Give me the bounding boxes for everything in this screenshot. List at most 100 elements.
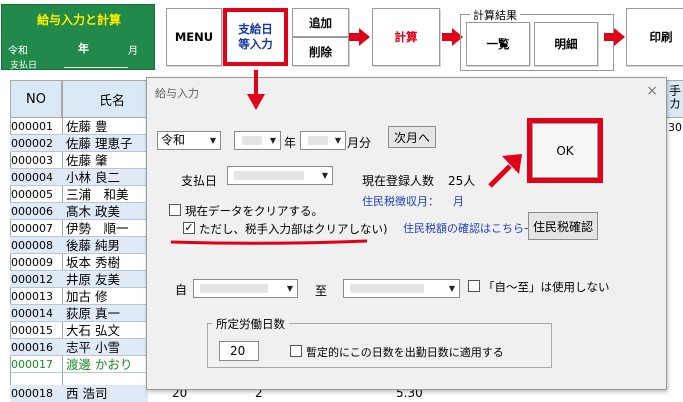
keep-tax-input-checkbox[interactable]: ✓ [183, 222, 195, 234]
row-no: 000017 [11, 358, 53, 371]
column-header-no: NO [10, 80, 62, 118]
row-no: 000018 [10, 385, 62, 402]
month-select[interactable]: ▼ [300, 131, 346, 150]
no-range-label: 「自～至」は使用しない [483, 280, 610, 294]
registered-count-value: 25人 [448, 174, 476, 188]
apply-workdays-checkbox[interactable] [290, 345, 302, 357]
era-label: 令和 [8, 46, 28, 57]
row-divider [10, 372, 150, 373]
chevron-down-icon: ▼ [209, 136, 217, 145]
resident-tax-check-link[interactable]: 住民税額の確認はこちら→ [403, 220, 533, 236]
arrow-down-icon [247, 70, 265, 110]
row-no: 000004 [10, 169, 62, 186]
print-button[interactable]: 印刷 [626, 8, 683, 66]
toolbar: 給与入力と計算 令和 年 月 支払日 MENU 支給日 等入力 追加 削除 計算 … [0, 0, 683, 78]
resident-tax-month-label: 住民税徴収月： [362, 195, 439, 208]
payday-label: 支払日 [10, 61, 38, 71]
row-no: 000016 [10, 339, 62, 356]
workdays-group-label: 所定労働日数 [212, 316, 289, 332]
row-name: 渡邊 かおり [66, 357, 133, 372]
redacted-value [308, 136, 328, 145]
menu-button[interactable]: MENU [166, 8, 222, 66]
arrow-up-right-icon [488, 154, 522, 188]
row-name: 志平 小雪 [62, 339, 148, 356]
registered-count-label: 現在登録人数 [362, 174, 435, 188]
row-name: 加古 修 [66, 289, 108, 304]
red-underline-mark [170, 239, 368, 245]
clear-data-label: 現在データをクリアする。 [185, 204, 323, 218]
detail-button[interactable]: 明細 [534, 22, 598, 66]
calculate-button[interactable]: 計算 [372, 8, 440, 66]
row-name: 伊勢 順一 [66, 221, 129, 236]
delete-button[interactable]: 削除 [292, 37, 349, 66]
year-select[interactable]: ▼ [234, 131, 281, 150]
dialog-title: 給与入力 [155, 87, 199, 100]
resident-tax-check-button[interactable]: 住民税確認 [528, 212, 598, 240]
to-label: 至 [315, 284, 328, 298]
row-no: 000012 [10, 271, 62, 288]
era-select[interactable]: 令和 ▼ [157, 131, 221, 150]
row-name: 荻原 真一 [62, 305, 148, 322]
row-name: 佐藤 肇 [66, 153, 108, 168]
column-header-fragment-2: カ [669, 97, 682, 111]
chevron-down-icon: ▼ [448, 284, 456, 293]
row-name: 佐藤 理恵子 [62, 135, 148, 152]
era-select-value: 令和 [161, 133, 186, 147]
year-label: 年 [78, 42, 89, 55]
redacted-value [234, 171, 304, 180]
redacted-value [200, 284, 268, 293]
close-icon[interactable]: × [646, 83, 658, 99]
row-no: 000005 [11, 188, 53, 201]
row-no: 000003 [11, 154, 53, 167]
ok-button[interactable]: OK [532, 123, 598, 178]
payday-input-button[interactable]: 支給日 等入力 [223, 8, 288, 66]
year-label: 年 [284, 136, 297, 150]
no-range-checkbox[interactable] [468, 280, 480, 292]
redacted-value [350, 284, 424, 293]
arrow-right-icon [604, 28, 625, 46]
workdays-input[interactable]: 20 [219, 341, 259, 361]
chevron-down-icon: ▼ [286, 284, 294, 293]
next-month-button[interactable]: 次月へ [388, 126, 436, 148]
row-no: 000013 [11, 290, 53, 303]
payday-value [64, 67, 128, 68]
list-button[interactable]: 一覧 [466, 22, 530, 66]
keep-tax-input-label: ただし、税手入力部はクリアしない) [199, 222, 388, 236]
redacted-value [242, 136, 262, 145]
chevron-down-icon: ▼ [269, 136, 277, 145]
app-title: 給与入力と計算 [36, 13, 121, 27]
row-no: 000008 [10, 237, 62, 254]
app-header-panel: 給与入力と計算 令和 年 月 支払日 [1, 4, 155, 71]
row-no: 000001 [11, 120, 53, 133]
payday-input-line2: 等入力 [238, 37, 273, 51]
from-label: 自 [175, 283, 188, 297]
to-select[interactable]: ▼ [343, 279, 460, 298]
row-name: 佐藤 豊 [66, 119, 108, 134]
payday-select[interactable]: ▼ [227, 166, 333, 185]
row-no: 000009 [11, 256, 53, 269]
clear-data-checkbox[interactable] [169, 204, 181, 216]
row-no: 000006 [10, 203, 62, 220]
row-name: 井原 友美 [62, 271, 148, 288]
result-group-label: 計算結果 [470, 7, 520, 23]
row-name: 西 浩司 [62, 385, 148, 402]
chevron-down-icon: ▼ [334, 136, 342, 145]
row-name: 三浦 和美 [66, 187, 129, 202]
row-name: 髙木 政美 [62, 203, 148, 220]
row-name: 大石 弘文 [66, 323, 120, 338]
add-button[interactable]: 追加 [292, 8, 349, 37]
month-unit-label: 月分 [347, 136, 372, 150]
apply-workdays-label: 暫定的にこの日数を出勤日数に適用する [306, 346, 504, 359]
row-no: 000014 [10, 305, 62, 322]
row-no: 000002 [10, 135, 62, 152]
chevron-down-icon: ▼ [321, 171, 329, 180]
row-name: 小林 良二 [62, 169, 148, 186]
row-no: 000007 [11, 222, 53, 235]
payday-input-line1: 支給日 [238, 22, 273, 36]
month-label: 月 [128, 46, 138, 57]
payday-label: 支払日 [181, 174, 218, 188]
row-name: 坂本 秀樹 [66, 255, 120, 270]
row-no: 000015 [11, 324, 53, 337]
row-name: 後藤 純男 [62, 237, 148, 254]
from-select[interactable]: ▼ [193, 279, 298, 298]
